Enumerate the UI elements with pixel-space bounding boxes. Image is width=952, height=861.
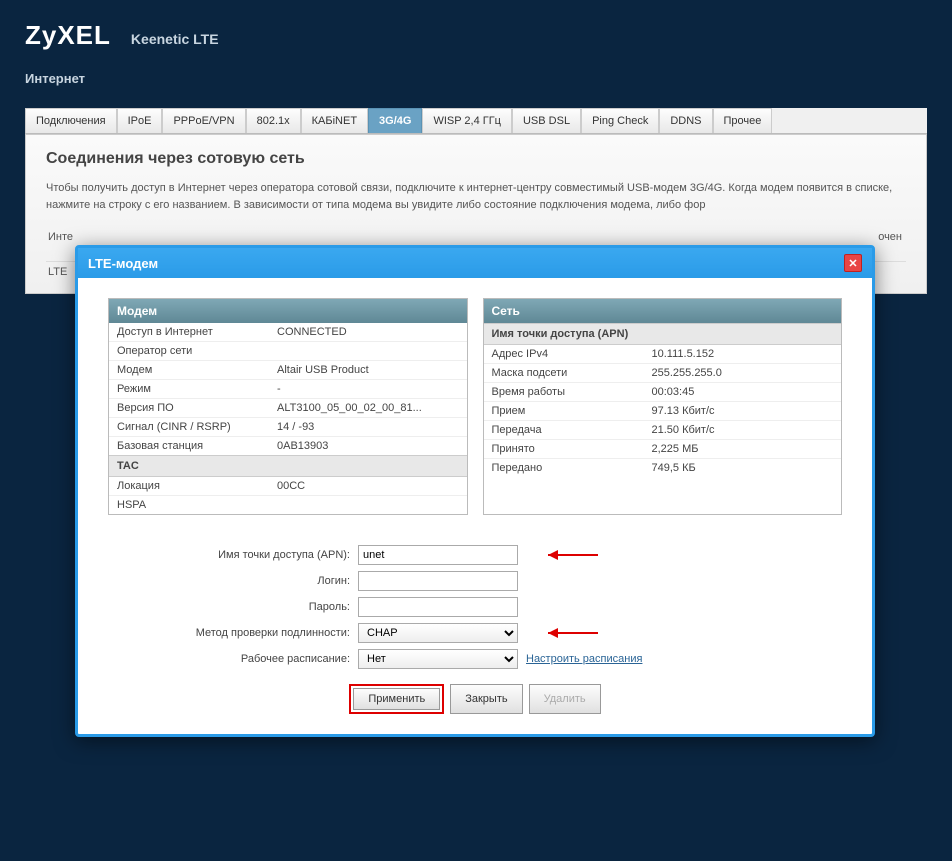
info-row: Передано749,5 КБ — [484, 459, 842, 477]
tab-wisp-2-4-[interactable]: WISP 2,4 ГГц — [422, 108, 512, 133]
info-value: 255.255.255.0 — [652, 367, 834, 379]
modal-lte-modem: LTE-модем ✕ Модем Доступ в ИнтернетCONNE… — [75, 245, 875, 737]
info-value: 0AB13903 — [277, 440, 459, 452]
info-key: Оператор сети — [117, 345, 277, 357]
info-key: Адрес IPv4 — [492, 348, 652, 360]
tab-usb-dsl[interactable]: USB DSL — [512, 108, 581, 133]
info-key: Локация — [117, 480, 277, 492]
info-key: Принято — [492, 443, 652, 455]
info-key: Версия ПО — [117, 402, 277, 414]
password-input[interactable] — [358, 597, 518, 617]
configure-schedules-link[interactable]: Настроить расписания — [526, 653, 642, 665]
login-input[interactable] — [358, 571, 518, 591]
info-row: Базовая станция0AB13903 — [109, 437, 467, 455]
close-icon[interactable]: ✕ — [844, 254, 862, 272]
tab-ipoe[interactable]: IPoE — [117, 108, 163, 133]
modal-title: LTE-модем — [88, 256, 158, 271]
logo: ZyXEL — [25, 20, 111, 51]
apn-label: Имя точки доступа (APN): — [108, 549, 358, 561]
info-key: Передача — [492, 424, 652, 436]
panel-network-head: Сеть — [484, 299, 842, 323]
info-row: МодемAltair USB Product — [109, 361, 467, 380]
info-key: Маска подсети — [492, 367, 652, 379]
info-value: 749,5 КБ — [652, 462, 834, 474]
info-row: HSPA — [109, 496, 467, 514]
auth-label: Метод проверки подлинности: — [108, 627, 358, 639]
info-row: Маска подсети255.255.255.0 — [484, 364, 842, 383]
device-model: Keenetic LTE — [131, 31, 219, 47]
login-label: Логин: — [108, 575, 358, 587]
tab-pppoe-vpn[interactable]: PPPoE/VPN — [162, 108, 245, 133]
info-row: Оператор сети — [109, 342, 467, 361]
panel-modem: Модем Доступ в ИнтернетCONNECTEDОператор… — [108, 298, 468, 515]
info-value: Altair USB Product — [277, 364, 459, 376]
info-value: ALT3100_05_00_02_00_81... — [277, 402, 459, 414]
tab--inet[interactable]: КАБiNET — [301, 108, 368, 133]
arrow-icon — [548, 629, 608, 637]
delete-button[interactable]: Удалить — [529, 684, 601, 714]
info-value — [277, 345, 459, 357]
page-title: Соединения через сотовую сеть — [46, 150, 906, 168]
info-row: Режим- — [109, 380, 467, 399]
panel-tac-subhead: TAC — [109, 455, 467, 477]
info-value: CONNECTED — [277, 326, 459, 338]
info-value — [277, 499, 459, 511]
tab-802-1x[interactable]: 802.1x — [246, 108, 301, 133]
nav-section-title: Интернет — [25, 71, 927, 86]
info-key: Время работы — [492, 386, 652, 398]
info-key: Базовая станция — [117, 440, 277, 452]
apply-button[interactable]: Применить — [353, 688, 440, 710]
tab-ping-check[interactable]: Ping Check — [581, 108, 659, 133]
info-row: Адрес IPv410.111.5.152 — [484, 345, 842, 364]
bg-table-header-left: Инте — [46, 231, 73, 243]
info-value: 2,225 МБ — [652, 443, 834, 455]
info-row: Сигнал (CINR / RSRP)14 / -93 — [109, 418, 467, 437]
close-button[interactable]: Закрыть — [450, 684, 522, 714]
schedule-select[interactable]: Нет — [358, 649, 518, 669]
info-row: Принято2,225 МБ — [484, 440, 842, 459]
tab--[interactable]: Прочее — [713, 108, 773, 133]
info-key: Сигнал (CINR / RSRP) — [117, 421, 277, 433]
tab-3g-4g[interactable]: 3G/4G — [368, 108, 422, 133]
info-value: 00CC — [277, 480, 459, 492]
info-key: Модем — [117, 364, 277, 376]
info-key: Прием — [492, 405, 652, 417]
info-row: Доступ в ИнтернетCONNECTED — [109, 323, 467, 342]
page-description: Чтобы получить доступ в Интернет через о… — [46, 180, 906, 213]
info-value: 00:03:45 — [652, 386, 834, 398]
info-row: Время работы00:03:45 — [484, 383, 842, 402]
tab--[interactable]: Подключения — [25, 108, 117, 133]
info-key: Передано — [492, 462, 652, 474]
apn-input[interactable] — [358, 545, 518, 565]
info-value: 97.13 Кбит/с — [652, 405, 834, 417]
info-row: Версия ПОALT3100_05_00_02_00_81... — [109, 399, 467, 418]
password-label: Пароль: — [108, 601, 358, 613]
arrow-icon — [548, 551, 608, 559]
tab-bar: ПодключенияIPoEPPPoE/VPN802.1xКАБiNET3G/… — [25, 108, 927, 134]
info-row: Передача21.50 Кбит/с — [484, 421, 842, 440]
info-value: - — [277, 383, 459, 395]
panel-apn-subhead: Имя точки доступа (APN) — [484, 323, 842, 345]
bg-table-row-left[interactable]: LTE — [46, 266, 67, 278]
panel-network: Сеть Имя точки доступа (APN) Адрес IPv41… — [483, 298, 843, 515]
bg-table-header-right: очен — [878, 231, 906, 243]
info-row: Локация00CC — [109, 477, 467, 496]
auth-select[interactable]: CHAP — [358, 623, 518, 643]
info-key: Доступ в Интернет — [117, 326, 277, 338]
info-value: 14 / -93 — [277, 421, 459, 433]
info-row: Прием97.13 Кбит/с — [484, 402, 842, 421]
apply-highlight: Применить — [349, 684, 444, 714]
info-key: HSPA — [117, 499, 277, 511]
panel-modem-head: Модем — [109, 299, 467, 323]
info-value: 21.50 Кбит/с — [652, 424, 834, 436]
tab-ddns[interactable]: DDNS — [659, 108, 712, 133]
info-key: Режим — [117, 383, 277, 395]
schedule-label: Рабочее расписание: — [108, 653, 358, 665]
info-value: 10.111.5.152 — [652, 348, 834, 360]
